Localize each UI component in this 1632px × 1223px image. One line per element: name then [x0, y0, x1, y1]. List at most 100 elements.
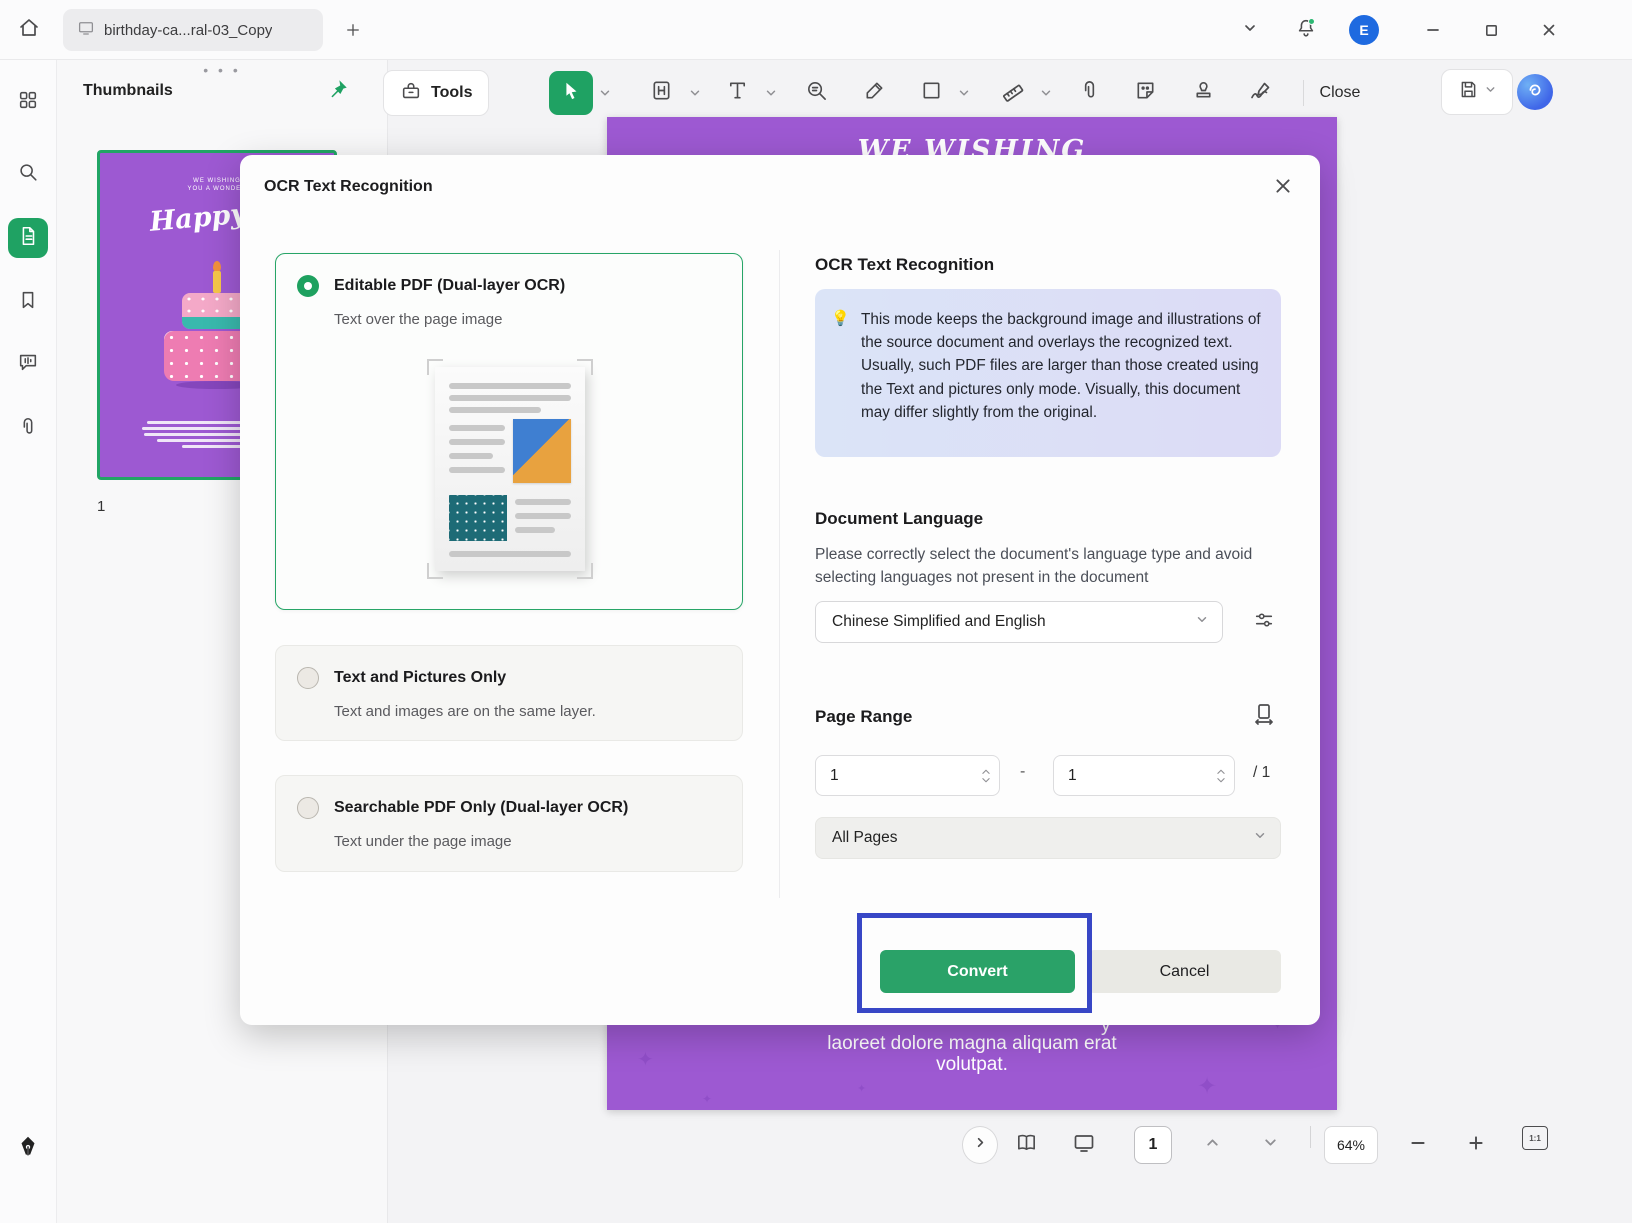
toolbar-separator — [1303, 80, 1304, 106]
panel-drag-handle[interactable]: • • • — [197, 62, 247, 78]
preview-table-block — [449, 495, 507, 541]
option-text-pictures-only[interactable]: Text and Pictures Only Text and images a… — [275, 645, 743, 741]
home-button[interactable] — [10, 12, 48, 48]
text-tool-dropdown[interactable] — [762, 84, 780, 102]
select-tool-dropdown[interactable] — [596, 84, 614, 102]
attachments-panel-button[interactable] — [8, 409, 48, 449]
page-number-box[interactable]: 1 — [1134, 1126, 1172, 1164]
language-select[interactable]: Chinese Simplified and English — [815, 601, 1223, 643]
chevron-up-icon — [1204, 1134, 1221, 1156]
close-tools-button[interactable]: Close — [1314, 71, 1366, 115]
radio-unselected-icon[interactable] — [297, 667, 319, 689]
option-description: Text and images are on the same layer. — [334, 703, 596, 720]
paperclip-icon — [17, 416, 39, 443]
option-label: Text and Pictures Only — [334, 669, 507, 686]
radio-unselected-icon[interactable] — [297, 797, 319, 819]
next-page-button[interactable] — [1250, 1126, 1290, 1164]
bookmarks-panel-button[interactable] — [8, 282, 48, 322]
document-preview-illustration — [426, 358, 594, 580]
comment-icon — [17, 351, 39, 378]
sticker-icon — [1134, 79, 1157, 107]
range-to-input[interactable] — [1054, 756, 1234, 795]
document-tab[interactable]: birthday-ca...ral-03_Copy — [63, 9, 323, 51]
radio-selected-icon[interactable] — [297, 275, 319, 297]
convert-button[interactable]: Convert — [880, 950, 1075, 993]
chevron-down-icon — [1262, 1134, 1279, 1156]
pen-icon — [863, 79, 886, 107]
zoom-in-button[interactable] — [1456, 1126, 1496, 1164]
page-range-icon — [1252, 702, 1276, 731]
stepper-icon[interactable] — [981, 768, 991, 784]
save-button[interactable] — [1441, 69, 1513, 115]
stamp-tool-button[interactable] — [1181, 71, 1225, 115]
range-to-field — [1053, 755, 1235, 796]
chevron-down-icon — [1253, 829, 1267, 848]
text-tool-button[interactable] — [715, 71, 759, 115]
signature-tool-button[interactable] — [1239, 71, 1283, 115]
select-tool-button[interactable] — [549, 71, 593, 115]
measure-tool-button[interactable] — [991, 71, 1035, 115]
page-range-mode-value: All Pages — [832, 829, 898, 846]
zoom-out-button[interactable] — [1398, 1126, 1438, 1164]
presentation-mode-button[interactable] — [1062, 1126, 1106, 1164]
search-icon — [17, 161, 39, 188]
mode-info-box: 💡 This mode keeps the background image a… — [815, 289, 1281, 457]
attach-tool-button[interactable] — [1067, 71, 1111, 115]
expand-statusbar-button[interactable] — [962, 1126, 998, 1164]
cancel-button[interactable]: Cancel — [1088, 950, 1281, 993]
design-tool-button[interactable] — [8, 1129, 48, 1169]
account-avatar[interactable]: E — [1349, 15, 1379, 45]
pin-panel-button[interactable] — [323, 76, 353, 106]
star-decoration: ✦ — [1197, 1073, 1218, 1100]
ai-assistant-icon — [1524, 79, 1546, 106]
left-toolbar-rail — [0, 60, 57, 1223]
ocr-dialog: OCR Text Recognition Editable PDF (Dual-… — [240, 155, 1320, 1025]
window-maximize-button[interactable] — [1474, 14, 1508, 46]
page-range-heading: Page Range — [815, 707, 913, 726]
titlebar-more-button[interactable] — [1236, 16, 1264, 44]
range-separator: - — [1020, 763, 1026, 780]
paperclip-icon — [1078, 79, 1101, 107]
ruler-icon — [996, 76, 1029, 109]
previous-page-button[interactable] — [1192, 1126, 1232, 1164]
reading-mode-button[interactable] — [1006, 1126, 1046, 1164]
apps-grid-icon — [17, 89, 39, 116]
option-searchable-pdf[interactable]: Searchable PDF Only (Dual-layer OCR) Tex… — [275, 775, 743, 872]
sticker-tool-button[interactable] — [1123, 71, 1167, 115]
pen-nib-icon — [15, 1134, 41, 1165]
pen-tool-button[interactable] — [852, 71, 896, 115]
apps-grid-button[interactable] — [8, 82, 48, 122]
ocr-search-tool-button[interactable] — [794, 71, 838, 115]
shape-tool-button[interactable] — [909, 71, 953, 115]
page-range-mode-select[interactable]: All Pages — [815, 817, 1281, 859]
stepper-icon[interactable] — [1216, 768, 1226, 784]
ai-assistant-button[interactable] — [1517, 74, 1553, 110]
search-button[interactable] — [8, 154, 48, 194]
sliders-icon — [1253, 609, 1275, 636]
tools-button-label: Tools — [431, 84, 473, 101]
notifications-button[interactable] — [1292, 16, 1320, 44]
range-from-field — [815, 755, 1000, 796]
zoom-level-button[interactable]: 64% — [1324, 1126, 1378, 1164]
titlebar: birthday-ca...ral-03_Copy E — [0, 0, 1632, 60]
thumbnails-panel-button[interactable] — [8, 218, 48, 258]
new-tab-button[interactable] — [338, 15, 368, 45]
language-advanced-settings-button[interactable] — [1249, 607, 1279, 637]
document-language-hint: Please correctly select the document's l… — [815, 546, 1253, 586]
window-minimize-button[interactable] — [1416, 14, 1450, 46]
option-editable-pdf[interactable]: Editable PDF (Dual-layer OCR) Text over … — [275, 253, 743, 610]
page-range-options-button[interactable] — [1249, 701, 1279, 731]
edit-page-dropdown[interactable] — [686, 84, 704, 102]
home-icon — [17, 16, 41, 45]
window-close-button[interactable] — [1532, 14, 1566, 46]
range-from-input[interactable] — [816, 756, 999, 795]
chevron-down-icon — [1195, 613, 1209, 632]
actual-size-button[interactable]: 1:1 — [1522, 1126, 1548, 1150]
comments-panel-button[interactable] — [8, 344, 48, 384]
edit-page-tool-button[interactable] — [639, 71, 683, 115]
shape-tool-dropdown[interactable] — [955, 84, 973, 102]
bell-icon — [1295, 17, 1317, 44]
measure-tool-dropdown[interactable] — [1037, 84, 1055, 102]
tools-button[interactable]: Tools — [383, 70, 490, 116]
chevron-down-icon — [1242, 20, 1258, 41]
